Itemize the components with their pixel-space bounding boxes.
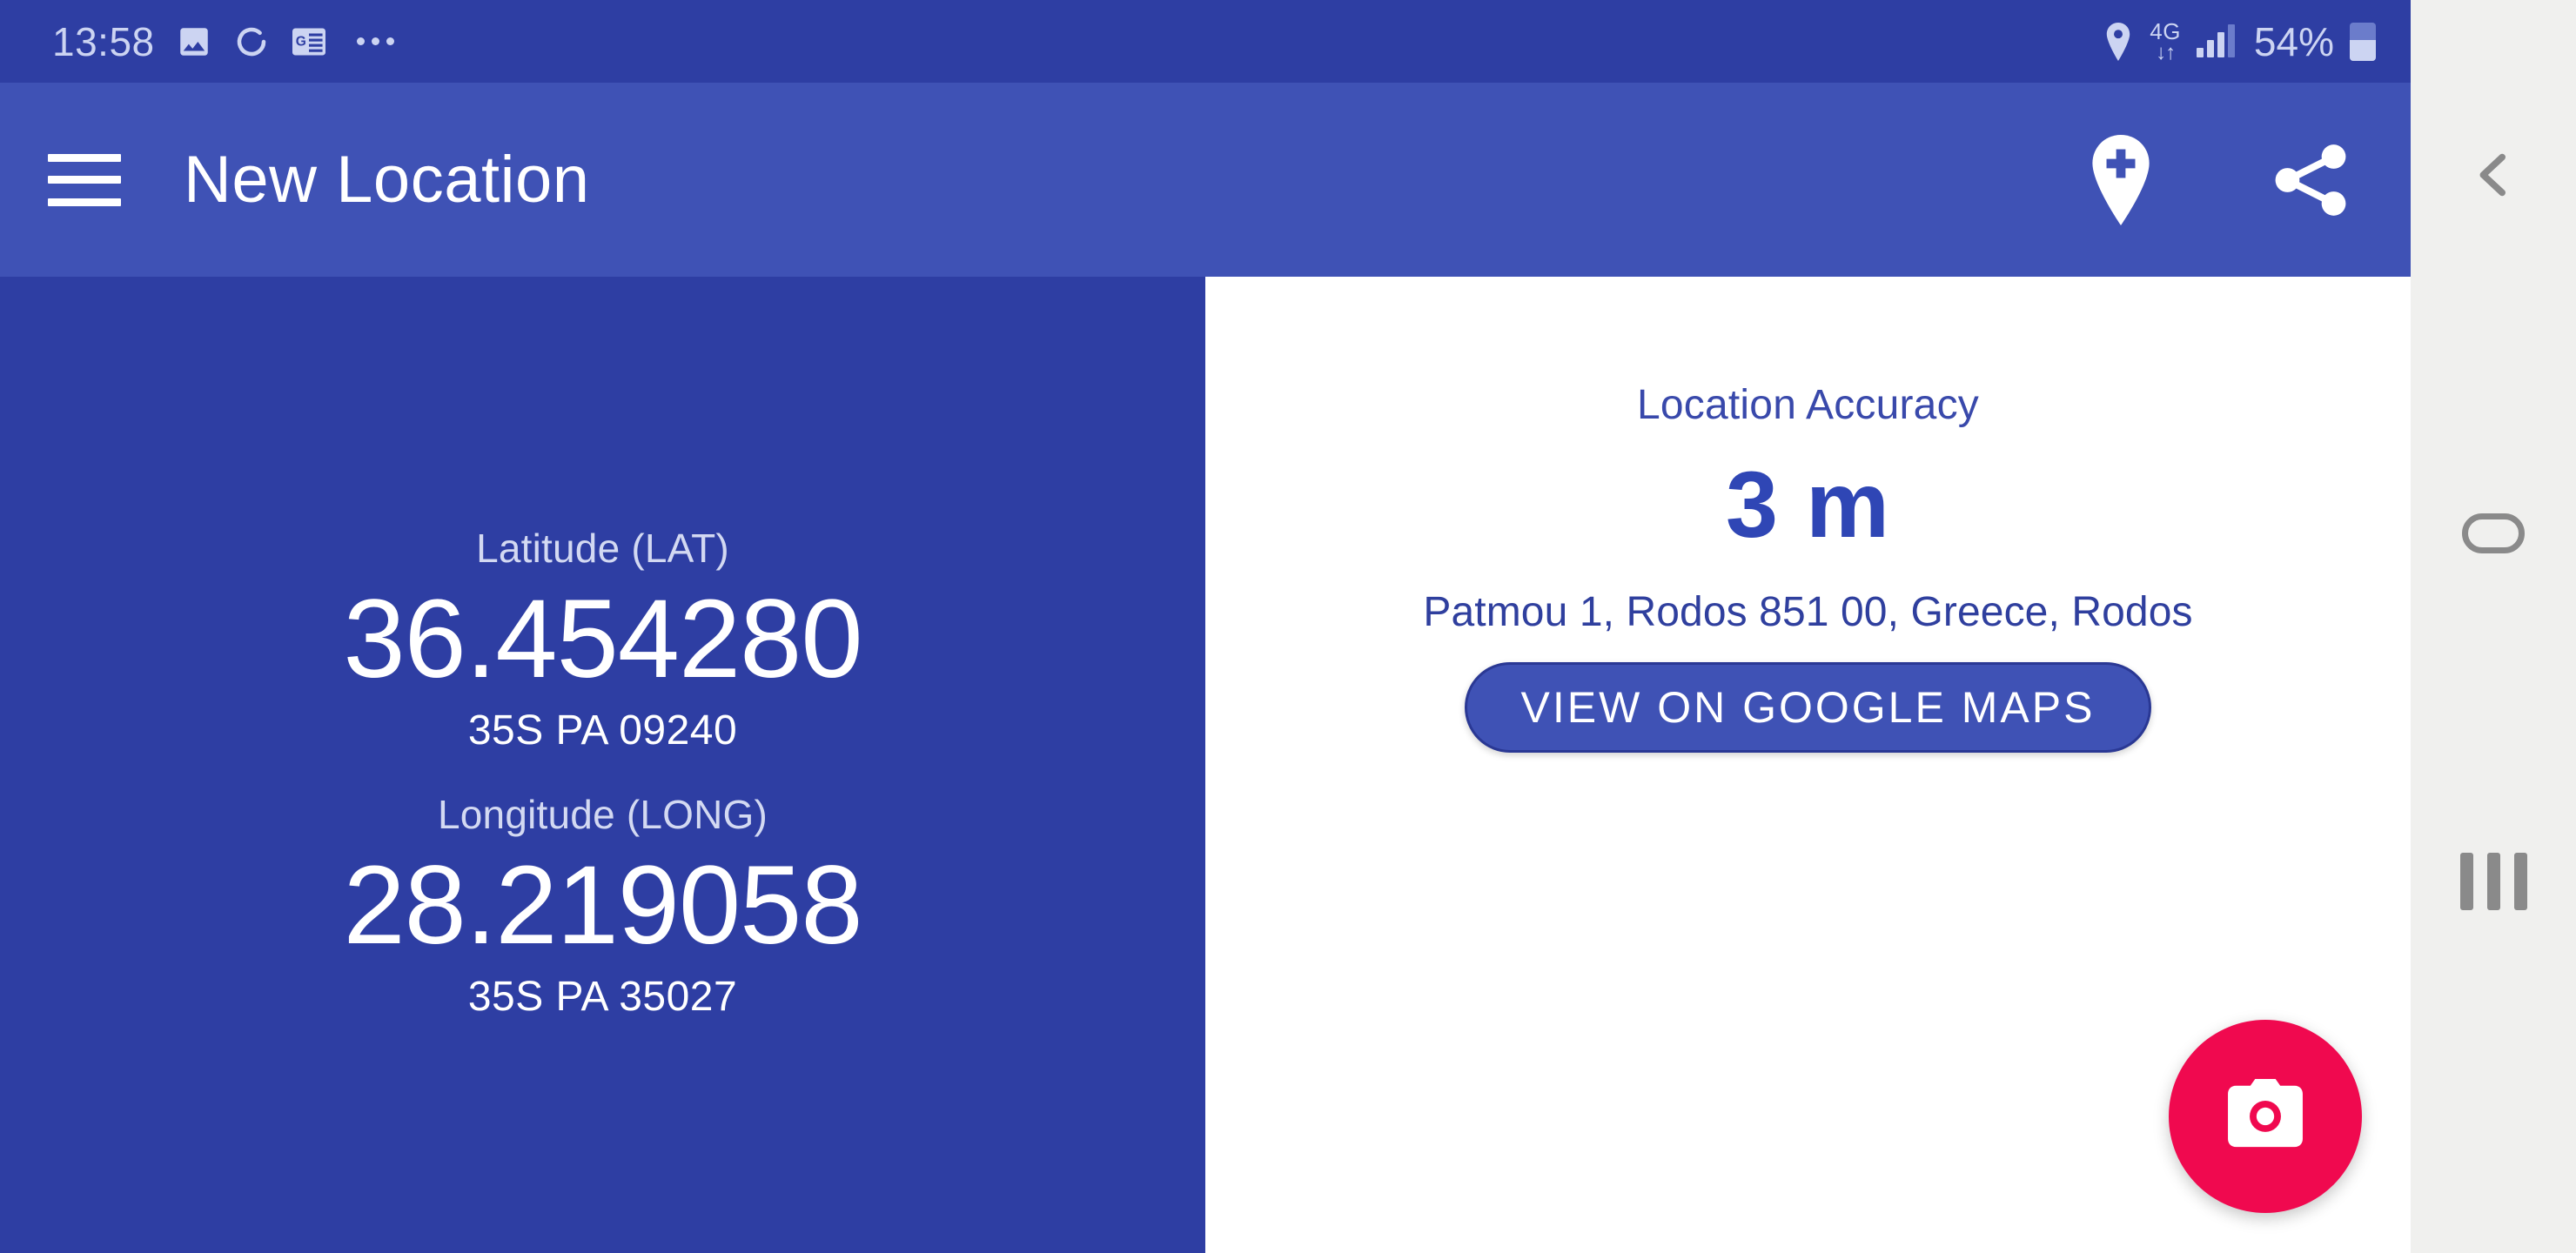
add-location-pin-icon[interactable] <box>2073 132 2169 228</box>
view-on-google-maps-button[interactable]: VIEW ON GOOGLE MAPS <box>1464 662 2152 753</box>
more-dots-icon <box>356 37 394 45</box>
status-bar-right: 4G ↓↑ 54% <box>2103 18 2376 65</box>
phone-app-area: 13:58 G 4G ↓↑ 54% New Location Latitude … <box>0 0 2411 1253</box>
android-navigation-bar <box>2411 0 2576 1253</box>
nav-home-button[interactable] <box>2411 468 2576 599</box>
coordinates-panel: Latitude (LAT) 36.454280 35S PA 09240 Lo… <box>0 277 1205 1253</box>
address-text: Patmou 1, Rodos 851 00, Greece, Rodos <box>1423 589 2193 635</box>
screen-root: 13:58 G 4G ↓↑ 54% New Location Latitude … <box>0 0 2576 1253</box>
recents-icon <box>2459 853 2527 910</box>
image-icon <box>176 23 212 60</box>
google-news-icon: G <box>291 25 327 58</box>
hamburger-menu-icon[interactable] <box>48 153 121 206</box>
status-bar-left: 13:58 G <box>52 18 394 65</box>
battery-icon <box>2350 22 2376 61</box>
network-type-label: 4G <box>2150 17 2181 44</box>
updown-arrows-icon: ↓↑ <box>2156 40 2176 64</box>
camera-fab-button[interactable] <box>2169 1020 2362 1213</box>
battery-percent-label: 54% <box>2253 18 2334 64</box>
nav-back-button[interactable] <box>2411 111 2576 242</box>
latitude-value[interactable]: 36.454280 <box>343 577 862 701</box>
data-transfer-icon: 4G ↓↑ <box>2150 20 2181 64</box>
location-pin-icon <box>2103 22 2134 61</box>
share-icon[interactable] <box>2263 132 2358 228</box>
latitude-label: Latitude (LAT) <box>476 525 729 571</box>
accuracy-value: 3 m <box>1725 452 1891 557</box>
sync-icon <box>233 23 270 60</box>
longitude-label: Longitude (LONG) <box>437 792 768 837</box>
status-clock: 13:58 <box>52 18 155 64</box>
longitude-block: Longitude (LONG) 28.219058 35S PA 35027 <box>343 791 862 1021</box>
back-chevron-icon <box>2463 144 2524 210</box>
app-bar: New Location <box>0 83 2411 277</box>
latitude-grid-reference: 35S PA 09240 <box>467 707 738 754</box>
latitude-block: Latitude (LAT) 36.454280 35S PA 09240 <box>343 525 862 754</box>
longitude-value[interactable]: 28.219058 <box>343 843 862 968</box>
accuracy-label: Location Accuracy <box>1637 382 1979 428</box>
camera-icon <box>2224 1078 2307 1155</box>
nav-recents-button[interactable] <box>2411 816 2576 947</box>
signal-bars-icon <box>2196 23 2235 57</box>
page-title: New Location <box>184 143 590 217</box>
app-bar-actions <box>2073 132 2358 228</box>
longitude-grid-reference: 35S PA 35027 <box>467 974 738 1021</box>
home-pill-icon <box>2462 513 2525 553</box>
svg-text:G: G <box>295 34 305 49</box>
main-content: Latitude (LAT) 36.454280 35S PA 09240 Lo… <box>0 277 2411 1253</box>
status-bar: 13:58 G 4G ↓↑ 54% <box>0 0 2411 83</box>
